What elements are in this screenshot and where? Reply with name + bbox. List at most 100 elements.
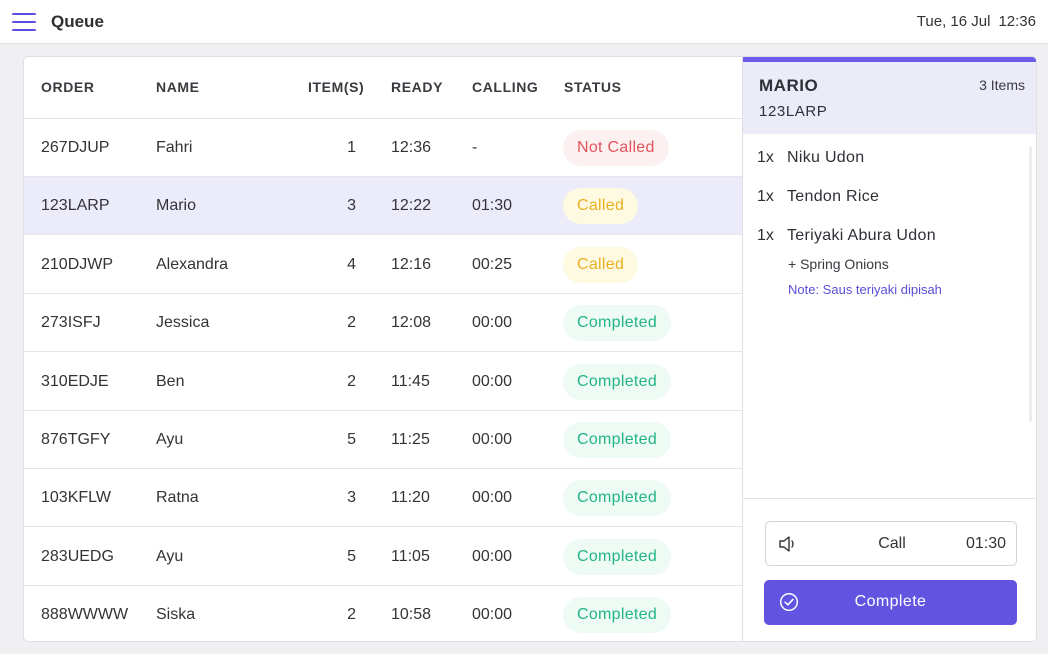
order-id-cell: 283UEDG	[41, 547, 114, 565]
call-button[interactable]: Call 01:30	[765, 521, 1017, 566]
order-detail-panel: MARIO 123LARP 3 Items 1x Niku Udon 1x Tend…	[742, 57, 1036, 641]
customer-name-cell: Fahri	[156, 139, 193, 156]
status-badge: Called	[563, 188, 639, 225]
item-count-cell: 3	[347, 197, 356, 215]
order-item: 1x Niku Udon	[757, 149, 864, 167]
status-badge: Not Called	[563, 130, 669, 166]
item-count-cell: 5	[347, 431, 356, 448]
item-name: Teriyaki Abura Udon	[787, 227, 936, 244]
order-id-cell: 888WWWW	[41, 606, 129, 624]
top-bar: Queue Tue, 16 Jul 12:36	[0, 0, 1048, 44]
column-header-name[interactable]: NAME	[156, 79, 200, 95]
panel-actions: Call 01:30 Complete	[743, 498, 1036, 641]
customer-name-cell: Ratna	[156, 489, 199, 507]
order-id-cell: 267DJUP	[41, 139, 110, 156]
table-header: ORDER NAME ITEM(S) READY CALLING STATUS	[24, 57, 742, 119]
order-item: 1x Tendon Rice	[757, 188, 879, 206]
customer-name-cell: Alexandra	[156, 255, 229, 273]
status-badge: Completed	[563, 305, 672, 342]
current-date: Tue, 16 Jul	[916, 13, 991, 30]
order-code: 123LARP	[759, 103, 828, 120]
column-header-order[interactable]: ORDER	[41, 79, 95, 95]
customer-name-cell: Jessica	[156, 314, 210, 332]
ready-time-cell: 11:20	[391, 489, 430, 507]
calling-time-cell: 00:00	[472, 372, 513, 390]
complete-button-label: Complete	[854, 593, 927, 610]
table-row[interactable]: 210DJWP Alexandra 4 12:16 00:25 Called	[24, 236, 742, 294]
calling-time-cell: 00:25	[472, 255, 513, 273]
calling-time-cell: 00:00	[472, 606, 513, 624]
customer-name-cell: Ayu	[156, 547, 184, 565]
item-count-cell: 4	[347, 255, 356, 273]
order-id-cell: 273ISFJ	[41, 314, 101, 332]
order-item: 1x Teriyaki Abura Udon	[757, 227, 936, 245]
calling-time-cell: -	[472, 139, 478, 156]
ready-time-cell: 11:05	[391, 547, 430, 565]
item-count-cell: 2	[347, 372, 356, 390]
call-timer: 01:30	[965, 535, 1006, 552]
calling-time-cell: 00:00	[472, 431, 513, 448]
calling-time-cell: 01:30	[472, 197, 513, 215]
item-count-cell: 5	[347, 547, 356, 565]
ready-time-cell: 10:58	[391, 606, 432, 624]
ready-time-cell: 11:25	[391, 431, 430, 448]
table-row[interactable]: 123LARP Mario 3 12:22 01:30 Called	[24, 177, 742, 236]
order-id-cell: 103KFLW	[41, 489, 111, 507]
order-id-cell: 876TGFY	[41, 431, 111, 448]
item-count-cell: 3	[347, 489, 356, 507]
orders-table: ORDER NAME ITEM(S) READY CALLING STATUS …	[24, 57, 742, 641]
order-id-cell: 310EDJE	[41, 372, 109, 390]
calling-time-cell: 00:00	[472, 314, 513, 332]
order-id-cell: 210DJWP	[41, 255, 114, 273]
customer-name-cell: Siska	[156, 606, 196, 624]
items-count: 3 Items	[979, 77, 1025, 93]
ready-time-cell: 12:36	[391, 139, 432, 156]
status-badge: Completed	[563, 480, 672, 517]
status-badge: Completed	[563, 363, 672, 400]
customer-name-cell: Mario	[156, 197, 197, 215]
table-row[interactable]: 103KFLW Ratna 3 11:20 00:00 Completed	[24, 469, 742, 528]
item-note: Note: Saus teriyaki dipisah	[788, 282, 942, 297]
column-header-ready[interactable]: READY	[391, 79, 443, 95]
hamburger-menu-icon[interactable]	[12, 12, 36, 32]
table-row[interactable]: 876TGFY Ayu 5 11:25 00:00 Completed	[24, 411, 742, 469]
item-qty: 1x	[757, 188, 774, 205]
ready-time-cell: 12:08	[391, 314, 432, 332]
queue-card: ORDER NAME ITEM(S) READY CALLING STATUS …	[23, 56, 1037, 642]
item-count-cell: 2	[347, 314, 356, 332]
ready-time-cell: 12:22	[391, 197, 432, 215]
calling-time-cell: 00:00	[472, 547, 513, 565]
status-badge: Completed	[563, 597, 672, 634]
item-modifier: + Spring Onions	[788, 256, 889, 272]
order-detail-header: MARIO 123LARP 3 Items	[743, 62, 1036, 134]
ready-time-cell: 11:45	[391, 372, 430, 390]
table-row[interactable]: 273ISFJ Jessica 2 12:08 00:00 Completed	[24, 294, 742, 353]
customer-name-cell: Ayu	[156, 431, 184, 448]
customer-name: MARIO	[759, 76, 819, 95]
status-badge: Completed	[563, 422, 672, 458]
item-name: Tendon Rice	[787, 188, 880, 205]
items-scrollbar[interactable]	[1029, 147, 1032, 422]
column-header-calling[interactable]: CALLING	[472, 79, 538, 95]
item-count-cell: 1	[347, 139, 356, 156]
status-badge: Completed	[563, 538, 672, 575]
order-id-cell: 123LARP	[41, 197, 110, 215]
ready-time-cell: 12:16	[391, 255, 432, 273]
table-row[interactable]: 888WWWW Siska 2 10:58 00:00 Completed	[24, 586, 742, 641]
current-time: 12:36	[998, 13, 1036, 30]
complete-button[interactable]: Complete	[764, 580, 1017, 625]
column-header-status[interactable]: STATUS	[564, 79, 622, 95]
item-qty: 1x	[757, 149, 774, 166]
page-title: Queue	[51, 12, 104, 31]
customer-name-cell: Ben	[156, 372, 185, 390]
item-count-cell: 2	[347, 606, 356, 624]
table-row[interactable]: 267DJUP Fahri 1 12:36 - Not Called	[24, 119, 742, 177]
calling-time-cell: 00:00	[472, 489, 513, 507]
date-time: Tue, 16 Jul 12:36	[917, 13, 1036, 30]
item-name: Niku Udon	[787, 149, 865, 166]
table-row[interactable]: 283UEDG Ayu 5 11:05 00:00 Completed	[24, 528, 742, 586]
column-header-items[interactable]: ITEM(S)	[308, 79, 364, 95]
status-badge: Called	[563, 246, 639, 283]
order-items-list: 1x Niku Udon 1x Tendon Rice 1x Teriyaki Abu…	[743, 134, 1036, 497]
table-row[interactable]: 310EDJE Ben 2 11:45 00:00 Completed	[24, 353, 742, 411]
